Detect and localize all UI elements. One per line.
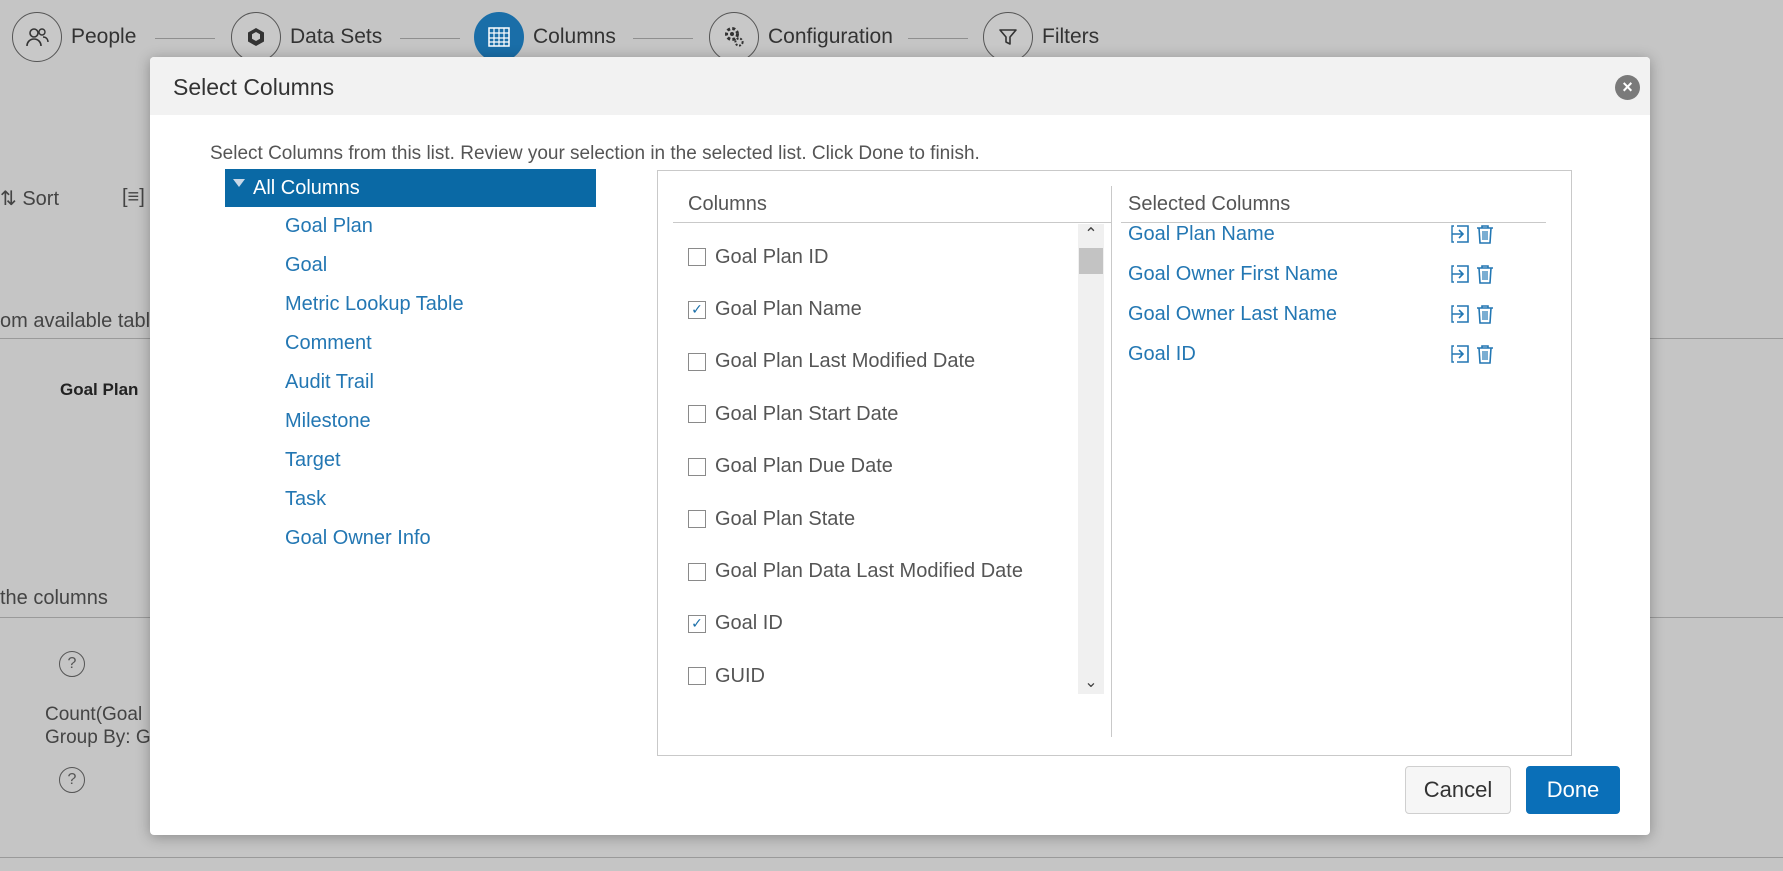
- column-option[interactable]: Goal Plan ID: [688, 231, 1068, 283]
- tree-item[interactable]: Goal: [225, 246, 596, 285]
- close-icon[interactable]: ×: [1615, 75, 1640, 100]
- columns-hint: the columns: [0, 587, 108, 609]
- trash-icon[interactable]: [1476, 224, 1496, 244]
- column-category-tree: All Columns Goal Plan Goal Metric Lookup…: [225, 169, 596, 558]
- tree-item[interactable]: Milestone: [225, 402, 596, 441]
- step-configuration[interactable]: Configuration: [709, 11, 893, 63]
- checkbox[interactable]: [688, 405, 706, 424]
- dialog-header: Select Columns ×: [150, 57, 1650, 115]
- move-icon[interactable]: [1450, 344, 1470, 364]
- checkbox[interactable]: [688, 510, 706, 529]
- tree-item[interactable]: Audit Trail: [225, 363, 596, 402]
- tree-item[interactable]: Metric Lookup Table: [225, 285, 596, 324]
- step-data-sets[interactable]: Data Sets: [231, 11, 382, 63]
- column-option[interactable]: Goal Plan State: [688, 493, 1068, 545]
- instructions-text: Select Columns from this list. Review yo…: [210, 143, 980, 164]
- column-option[interactable]: ✓ Goal Plan Name: [688, 283, 1068, 335]
- column-option[interactable]: ✓ Goal ID: [688, 598, 1068, 650]
- selected-column: Goal ID: [1128, 334, 1548, 374]
- step-label: Filters: [1042, 25, 1100, 48]
- dataset-icon: [231, 12, 281, 62]
- chevron-up-icon[interactable]: ⌃: [1078, 224, 1104, 246]
- count-text: Count(Goal: [45, 704, 143, 725]
- tree-item[interactable]: Target: [225, 441, 596, 480]
- columns-scrollbar[interactable]: ⌃ ⌄: [1078, 224, 1104, 694]
- checkbox[interactable]: [688, 667, 706, 686]
- group-by-text: Group By: G: [45, 727, 151, 748]
- help-icon[interactable]: ?: [59, 651, 85, 677]
- people-icon: [12, 12, 62, 62]
- step-columns[interactable]: Columns: [474, 11, 616, 63]
- trash-icon[interactable]: [1476, 304, 1496, 324]
- chevron-down-icon[interactable]: ⌄: [1078, 672, 1104, 694]
- trash-icon[interactable]: [1476, 344, 1496, 364]
- step-label: Data Sets: [290, 25, 383, 48]
- checkbox-checked[interactable]: ✓: [688, 614, 706, 633]
- checkbox[interactable]: [688, 352, 706, 371]
- list-view-icon[interactable]: [≡]: [122, 186, 145, 209]
- tree-item[interactable]: Comment: [225, 324, 596, 363]
- selected-columns-header: Selected Columns: [1128, 193, 1291, 215]
- gear-icon: [709, 12, 759, 62]
- selected-columns-list: Goal Plan Name Goal Owner First Name Goa…: [1128, 214, 1548, 374]
- dialog-title: Select Columns: [173, 74, 335, 100]
- checkbox[interactable]: [688, 562, 706, 581]
- column-option[interactable]: GUID: [688, 650, 1068, 702]
- scroll-thumb[interactable]: [1079, 248, 1103, 274]
- help-icon[interactable]: ?: [59, 767, 85, 793]
- panel-divider: [1111, 186, 1112, 737]
- step-people[interactable]: People: [12, 11, 136, 63]
- column-option[interactable]: Goal Plan Due Date: [688, 441, 1068, 493]
- tree-item[interactable]: Goal Plan: [225, 207, 596, 246]
- checkbox[interactable]: [688, 248, 706, 267]
- tables-hint: om available table: [0, 310, 162, 332]
- step-filters[interactable]: Filters: [983, 11, 1099, 63]
- columns-panel: Columns Selected Columns Goal Plan ID ✓ G…: [657, 170, 1572, 756]
- step-label: Configuration: [768, 25, 893, 48]
- columns-header: Columns: [688, 193, 767, 215]
- selected-column: Goal Plan Name: [1128, 214, 1548, 254]
- filter-icon: [983, 12, 1033, 62]
- step-label: Columns: [533, 25, 616, 48]
- goal-plan-heading: Goal Plan: [60, 380, 139, 399]
- checkbox-checked[interactable]: ✓: [688, 300, 706, 319]
- sort-button[interactable]: ⇅ Sort: [0, 186, 59, 211]
- table-icon: [474, 12, 524, 62]
- expand-triangle-icon[interactable]: [233, 179, 245, 187]
- column-option[interactable]: Goal Plan Data Last Modified Date: [688, 545, 1068, 597]
- selected-column: Goal Owner Last Name: [1128, 294, 1548, 334]
- select-columns-dialog: Select Columns × Select Columns from thi…: [150, 57, 1650, 835]
- sort-icon: ⇅: [0, 188, 17, 210]
- tree-root-all-columns[interactable]: All Columns: [225, 169, 596, 207]
- column-option[interactable]: Goal Plan Last Modified Date: [688, 336, 1068, 388]
- step-label: People: [71, 25, 137, 48]
- tree-item[interactable]: Goal Owner Info: [225, 519, 596, 558]
- selected-column: Goal Owner First Name: [1128, 254, 1548, 294]
- column-option[interactable]: Goal Plan Start Date: [688, 388, 1068, 440]
- move-icon[interactable]: [1450, 224, 1470, 244]
- trash-icon[interactable]: [1476, 264, 1496, 284]
- available-columns-list: Goal Plan ID ✓ Goal Plan Name Goal Plan L…: [688, 231, 1068, 703]
- done-button[interactable]: Done: [1526, 766, 1620, 814]
- checkbox[interactable]: [688, 457, 706, 476]
- move-icon[interactable]: [1450, 264, 1470, 284]
- move-icon[interactable]: [1450, 304, 1470, 324]
- cancel-button[interactable]: Cancel: [1405, 766, 1511, 814]
- tree-item[interactable]: Task: [225, 480, 596, 519]
